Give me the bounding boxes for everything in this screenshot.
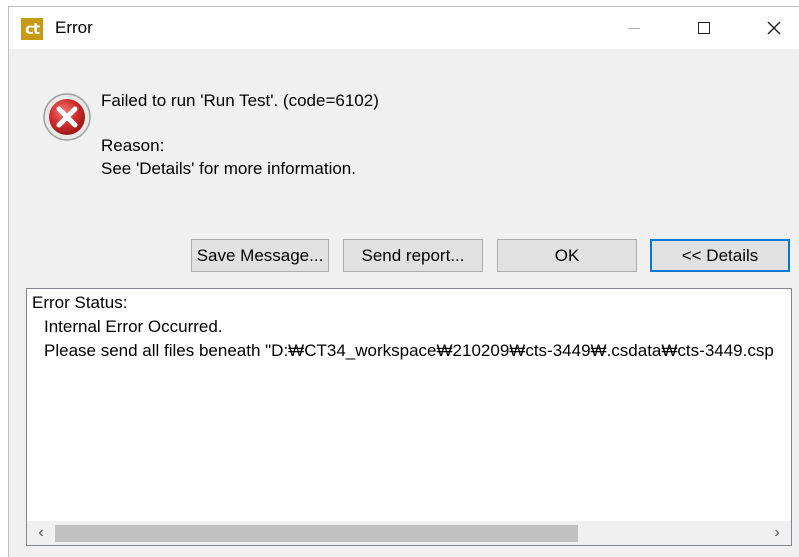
- minimize-button[interactable]: [611, 7, 657, 49]
- scrollbar-thumb[interactable]: [55, 525, 578, 542]
- title-bar[interactable]: ct Error: [9, 7, 799, 49]
- details-line: Error Status:: [32, 293, 128, 312]
- reason-text: See 'Details' for more information.: [101, 159, 356, 178]
- send-report-button[interactable]: Send report...: [343, 239, 483, 272]
- window-title: Error: [55, 18, 93, 37]
- save-message-button[interactable]: Save Message...: [191, 239, 329, 272]
- maximize-icon: [698, 22, 710, 34]
- scroll-right-arrow-icon[interactable]: ›: [765, 521, 789, 545]
- details-text-area[interactable]: Error Status: Internal Error Occurred. P…: [26, 288, 792, 546]
- close-icon: [767, 21, 781, 35]
- error-icon: [43, 93, 91, 141]
- minimize-icon: [628, 27, 640, 29]
- scroll-left-arrow-icon[interactable]: ‹: [29, 521, 53, 545]
- close-button[interactable]: [751, 7, 797, 49]
- details-line: Internal Error Occurred.: [44, 317, 223, 336]
- maximize-button[interactable]: [681, 7, 727, 49]
- details-button[interactable]: << Details: [650, 239, 790, 272]
- app-icon: ct: [21, 18, 43, 40]
- error-dialog: ct Error Failed to run 'Run Test'. (code…: [8, 6, 799, 557]
- reason-label: Reason:: [101, 136, 165, 155]
- details-line: Please send all files beneath "D:₩CT34_w…: [44, 341, 774, 360]
- ok-button[interactable]: OK: [497, 239, 637, 272]
- error-headline: Failed to run 'Run Test'. (code=6102): [101, 91, 379, 110]
- horizontal-scrollbar[interactable]: ‹ ›: [27, 521, 791, 545]
